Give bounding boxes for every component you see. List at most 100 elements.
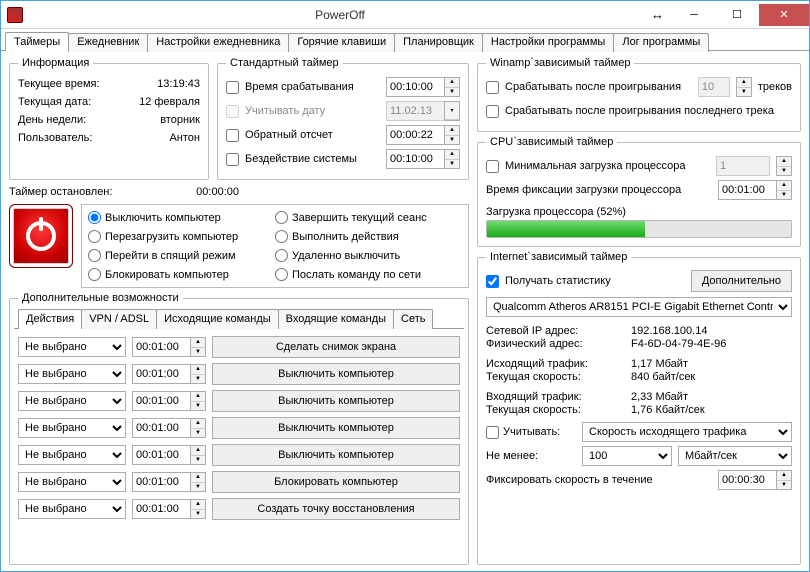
winamp-tracks-suffix: треков [758, 81, 792, 93]
winamp-after-n-check[interactable] [486, 81, 499, 94]
spinner[interactable]: ▲▼ [190, 499, 206, 519]
adapter-select[interactable]: Qualcomm Atheros AR8151 PCI-E Gigabit Et… [486, 297, 792, 317]
info-label: Пользователь: [18, 132, 92, 144]
idle-input[interactable] [386, 149, 444, 169]
winamp-tracks-input [698, 77, 730, 97]
cpu-fix-input[interactable] [718, 180, 776, 200]
action-time-input[interactable] [132, 364, 190, 384]
date-drop: ▾ [444, 101, 460, 121]
action-button[interactable]: Блокировать компьютер [212, 471, 460, 493]
trigger-time-check[interactable] [226, 81, 239, 94]
tab-hotkeys[interactable]: Горячие клавиши [288, 33, 395, 52]
net-label: Исходящий трафик: [486, 358, 631, 370]
cpu-minload-check[interactable] [486, 160, 499, 173]
net-label: Текущая скорость: [486, 404, 631, 416]
spinner[interactable]: ▲▼ [776, 156, 792, 176]
use-date-input [386, 101, 444, 121]
tab-app-settings[interactable]: Настройки программы [482, 33, 614, 52]
action-trigger-select[interactable]: Не выбрано [18, 418, 126, 438]
spinner[interactable]: ▲▼ [190, 391, 206, 411]
action-button[interactable]: Создать точку восстановления [212, 498, 460, 520]
radio-remote-off[interactable]: Удаленно выключить [275, 247, 462, 264]
action-button[interactable]: Выключить компьютер [212, 444, 460, 466]
consider-check[interactable] [486, 426, 499, 439]
timer-stopped-row: Таймер остановлен: 00:00:00 [9, 184, 469, 200]
action-time-input[interactable] [132, 445, 190, 465]
subtab-in-cmd[interactable]: Входящие команды [278, 309, 394, 329]
fix-time-input[interactable] [718, 470, 776, 490]
info-value: вторник [160, 114, 200, 126]
countdown-check[interactable] [226, 129, 239, 142]
action-trigger-select[interactable]: Не выбрано [18, 391, 126, 411]
cpu-legend: CPU`зависимый таймер [486, 136, 617, 148]
action-time-input[interactable] [132, 337, 190, 357]
window-title: PowerOff [29, 8, 651, 22]
spinner[interactable]: ▲▼ [444, 125, 460, 145]
action-button[interactable]: Выключить компьютер [212, 363, 460, 385]
inet-stats-label: Получать статистику [505, 275, 685, 287]
action-trigger-select[interactable]: Не выбрано [18, 364, 126, 384]
tab-log[interactable]: Лог программы [613, 33, 709, 52]
radio-lock[interactable]: Блокировать компьютер [88, 266, 275, 283]
radio-logoff[interactable]: Завершить текущий сеанс [275, 209, 462, 226]
consider-select[interactable]: Скорость исходящего трафика [582, 422, 792, 442]
spinner[interactable]: ▲▼ [776, 470, 792, 490]
action-time-input[interactable] [132, 391, 190, 411]
atleast-label: Не менее: [486, 450, 538, 462]
radio-net-cmd[interactable]: Послать команду по сети [275, 266, 462, 283]
power-icon [9, 204, 73, 268]
action-time-input[interactable] [132, 499, 190, 519]
radio-restart[interactable]: Перезагрузить компьютер [88, 228, 275, 245]
action-trigger-select[interactable]: Не выбрано [18, 499, 126, 519]
subtab-out-cmd[interactable]: Исходящие команды [156, 309, 279, 329]
winamp-last-check[interactable] [486, 105, 499, 118]
subtab-net[interactable]: Сеть [393, 309, 433, 329]
inet-group: Internet`зависимый таймер Получать стати… [477, 251, 801, 565]
atleast-val-select[interactable]: 100 [582, 446, 672, 466]
action-button[interactable]: Выключить компьютер [212, 417, 460, 439]
action-button[interactable]: Выключить компьютер [212, 390, 460, 412]
subtab-actions[interactable]: Действия [18, 309, 82, 329]
spinner[interactable]: ▲▼ [190, 472, 206, 492]
inet-stats-check[interactable] [486, 275, 499, 288]
subtab-vpn[interactable]: VPN / ADSL [81, 309, 157, 329]
tab-diary[interactable]: Ежедневник [68, 33, 148, 52]
atleast-unit-select[interactable]: Мбайт/сек [678, 446, 792, 466]
tab-scheduler[interactable]: Планировщик [394, 33, 483, 52]
idle-label: Бездействие системы [245, 153, 380, 165]
spinner[interactable]: ▲▼ [736, 77, 752, 97]
radio-sleep[interactable]: Перейти в спящий режим [88, 247, 275, 264]
close-button[interactable]: ✕ [759, 4, 809, 26]
spinner[interactable]: ▲▼ [444, 77, 460, 97]
action-time-input[interactable] [132, 472, 190, 492]
spinner[interactable]: ▲▼ [190, 418, 206, 438]
tab-timers[interactable]: Таймеры [5, 32, 69, 51]
spinner[interactable]: ▲▼ [190, 337, 206, 357]
spinner[interactable]: ▲▼ [190, 445, 206, 465]
maximize-button[interactable]: ☐ [716, 4, 758, 26]
cpu-load-label: Загрузка процессора (52%) [486, 206, 792, 218]
cpu-minload-input [716, 156, 770, 176]
tab-diary-settings[interactable]: Настройки ежедневника [147, 33, 289, 52]
idle-check[interactable] [226, 153, 239, 166]
spinner[interactable]: ▲▼ [444, 149, 460, 169]
action-time-input[interactable] [132, 418, 190, 438]
inet-extra-button[interactable]: Дополнительно [691, 270, 792, 292]
trigger-time-input[interactable] [386, 77, 444, 97]
action-trigger-select[interactable]: Не выбрано [18, 472, 126, 492]
minimize-button[interactable]: ─ [673, 4, 715, 26]
action-trigger-select[interactable]: Не выбрано [18, 337, 126, 357]
cpu-load-bar [486, 220, 792, 238]
radio-shutdown[interactable]: Выключить компьютер [88, 209, 275, 226]
chevron-icon[interactable]: ↔ [651, 7, 664, 22]
spinner[interactable]: ▲▼ [190, 364, 206, 384]
action-trigger-select[interactable]: Не выбрано [18, 445, 126, 465]
action-button[interactable]: Сделать снимок экрана [212, 336, 460, 358]
net-value: 1,76 Кбайт/сек [631, 404, 705, 416]
std-timer-group: Стандартный таймер Время срабатывания▲▼ … [217, 57, 469, 180]
info-value: Антон [169, 132, 200, 144]
net-value: 1,17 Мбайт [631, 358, 688, 370]
radio-actions[interactable]: Выполнить действия [275, 228, 462, 245]
spinner[interactable]: ▲▼ [776, 180, 792, 200]
countdown-input[interactable] [386, 125, 444, 145]
